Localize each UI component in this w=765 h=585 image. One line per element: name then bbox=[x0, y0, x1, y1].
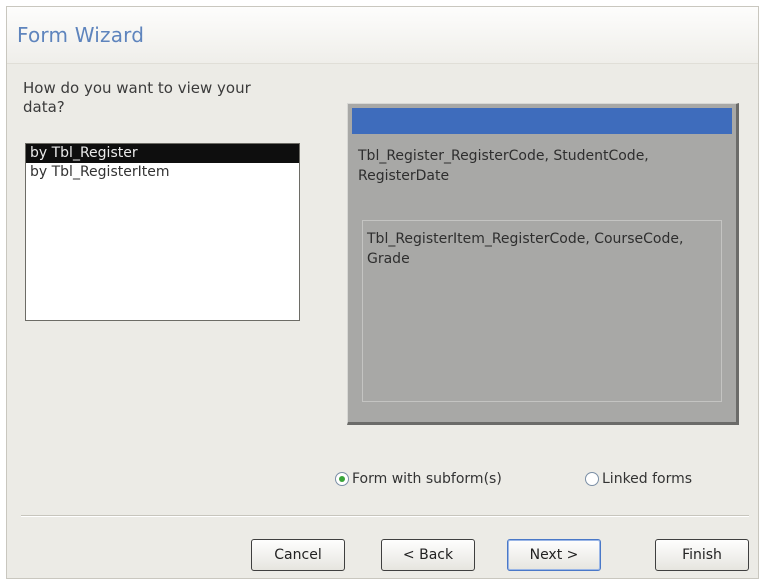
preview-title-bar bbox=[352, 108, 732, 134]
window-title: Form Wizard bbox=[17, 23, 145, 47]
linked-forms-option[interactable]: Linked forms bbox=[585, 469, 692, 489]
radio-form-with-subforms[interactable] bbox=[335, 472, 349, 486]
form-layout-preview: Tbl_Register_RegisterCode, StudentCode, … bbox=[347, 103, 739, 425]
subform-preview-box: Tbl_RegisterItem_RegisterCode, CourseCod… bbox=[362, 220, 722, 402]
form-with-subforms-option[interactable]: Form with subform(s) bbox=[335, 469, 502, 489]
button-separator bbox=[21, 515, 749, 517]
main-form-fields: Tbl_Register_RegisterCode, StudentCode, … bbox=[358, 148, 649, 184]
title-bar: Form Wizard bbox=[7, 7, 758, 64]
linked-forms-label: Linked forms bbox=[602, 471, 693, 487]
finish-button[interactable]: Finish bbox=[655, 539, 749, 571]
subform-fields: Tbl_RegisterItem_RegisterCode, CourseCod… bbox=[367, 231, 684, 267]
view-by-listbox[interactable]: by Tbl_Register by Tbl_RegisterItem bbox=[25, 143, 300, 321]
form-wizard-window: Form Wizard How do you want to view your… bbox=[6, 6, 759, 579]
list-item-by-tbl-register[interactable]: by Tbl_Register bbox=[26, 144, 299, 163]
view-question-label: How do you want to view your data? bbox=[23, 79, 251, 116]
form-with-subforms-label: Form with subform(s) bbox=[352, 471, 502, 487]
list-item-by-tbl-registeritem[interactable]: by Tbl_RegisterItem bbox=[26, 163, 299, 182]
cancel-button[interactable]: Cancel bbox=[251, 539, 345, 571]
back-button[interactable]: < Back bbox=[381, 539, 475, 571]
radio-linked-forms[interactable] bbox=[585, 472, 599, 486]
next-button[interactable]: Next > bbox=[507, 539, 601, 571]
